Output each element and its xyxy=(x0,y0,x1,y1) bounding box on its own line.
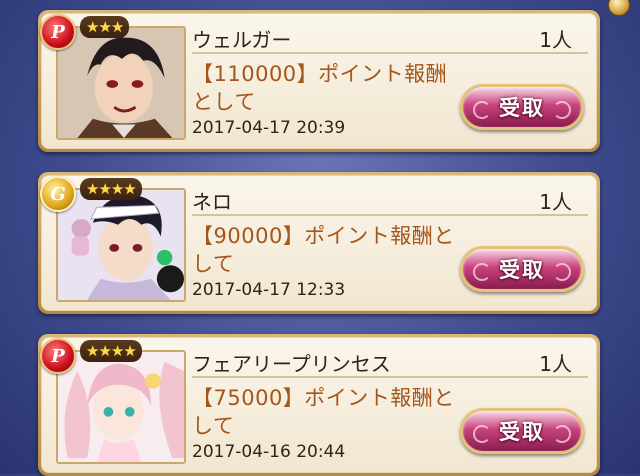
name-bar: ネロ 1人 xyxy=(192,184,588,216)
reward-line: 【75000】ポイント報酬と xyxy=(192,386,455,410)
name-bar: フェアリープリンセス 1人 xyxy=(192,346,588,378)
rarity-stars-icon: ★★★ xyxy=(80,16,130,38)
rarity-stars-icon: ★★★★ xyxy=(80,340,142,362)
character-name: ウェルガー xyxy=(192,28,292,52)
swirl-ornament-icon xyxy=(473,263,491,281)
character-name: ネロ xyxy=(192,190,232,214)
timestamp: 2017-04-16 20:44 xyxy=(192,442,346,462)
rarity-stars-icon: ★★★★ xyxy=(80,178,142,200)
reward-line: 【110000】ポイント報酬 xyxy=(192,62,448,86)
receive-button-label: 受取 xyxy=(499,96,545,120)
receive-button[interactable]: 受取 xyxy=(460,84,584,130)
timestamp: 2017-04-17 20:39 xyxy=(192,118,346,138)
swirl-ornament-icon xyxy=(473,425,491,443)
count-label: 1人 xyxy=(539,28,572,52)
character-name: フェアリープリンセス xyxy=(192,352,391,376)
scroll-knob[interactable] xyxy=(608,0,630,16)
rank-g-badge-icon: G xyxy=(40,176,76,212)
name-bar: ウェルガー 1人 xyxy=(192,22,588,54)
receive-button-label: 受取 xyxy=(499,420,545,444)
receive-button-label: 受取 xyxy=(499,258,545,282)
swirl-ornament-icon xyxy=(553,425,571,443)
count-label: 1人 xyxy=(539,352,572,376)
reward-text: 【75000】ポイント報酬と して xyxy=(192,384,492,440)
reward-line: して xyxy=(192,414,235,438)
reward-line: 【90000】ポイント報酬と xyxy=(192,224,455,248)
rank-p-badge-icon: P xyxy=(40,14,76,50)
timestamp: 2017-04-17 12:33 xyxy=(192,280,346,300)
receive-button[interactable]: 受取 xyxy=(460,408,584,454)
receive-button[interactable]: 受取 xyxy=(460,246,584,292)
count-label: 1人 xyxy=(539,190,572,214)
character-portrait xyxy=(56,188,186,302)
swirl-ornament-icon xyxy=(473,101,491,119)
swirl-ornament-icon xyxy=(553,101,571,119)
character-portrait xyxy=(56,26,186,140)
swirl-ornament-icon xyxy=(553,263,571,281)
rank-p-badge-icon: P xyxy=(40,338,76,374)
reward-text: 【110000】ポイント報酬 として xyxy=(192,60,492,116)
reward-text: 【90000】ポイント報酬と して xyxy=(192,222,492,278)
character-portrait xyxy=(56,350,186,464)
reward-line: として xyxy=(192,90,256,114)
reward-line: して xyxy=(192,252,235,276)
